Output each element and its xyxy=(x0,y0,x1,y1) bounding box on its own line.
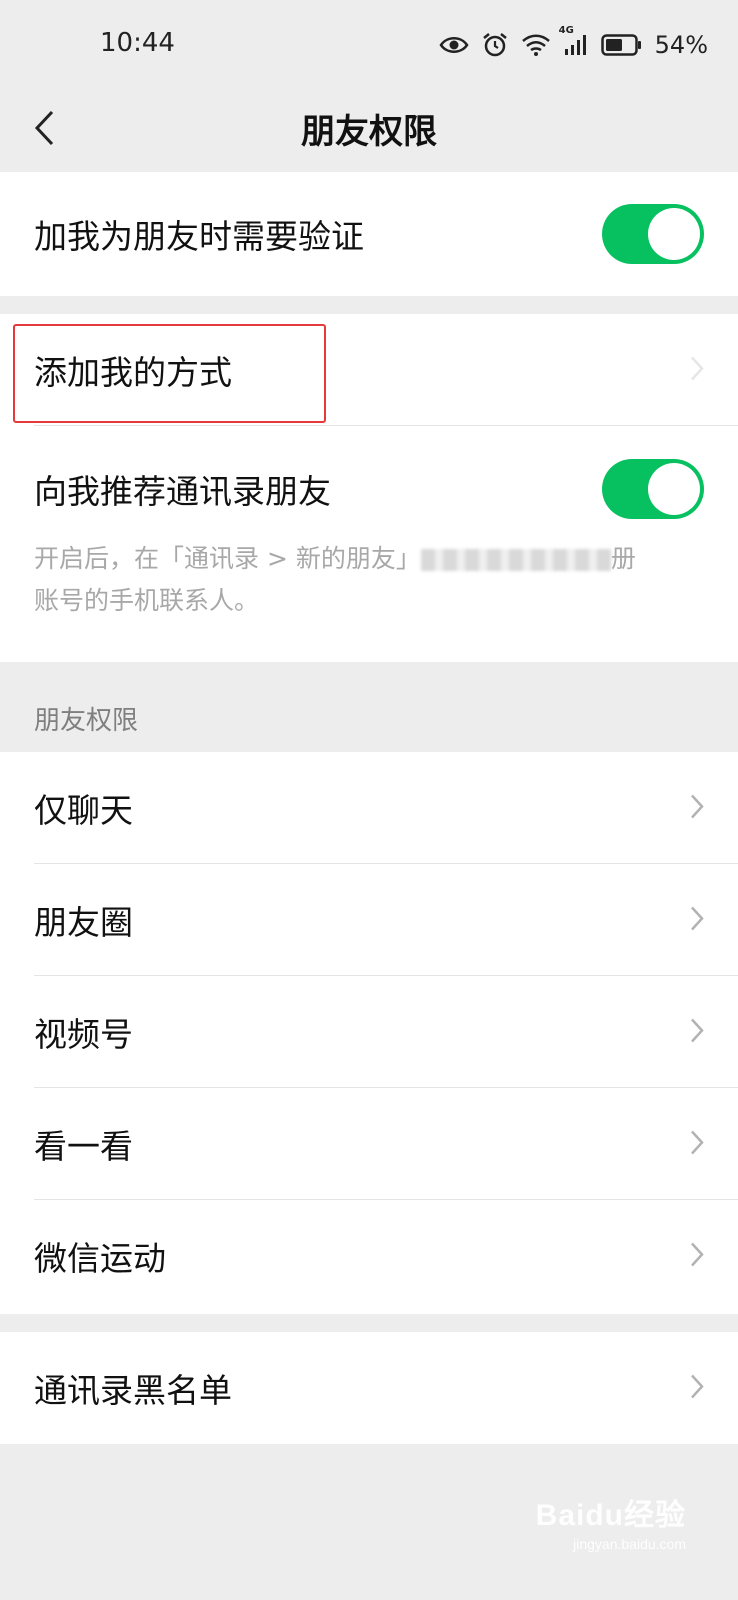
chevron-right-icon xyxy=(690,1013,704,1052)
blacklist-label: 通讯录黑名单 xyxy=(34,1371,232,1410)
permission-label: 看一看 xyxy=(34,1127,133,1166)
watermark-logo: Baidu经验 jingyan.baidu.com xyxy=(536,1490,686,1552)
permission-item-werun[interactable]: 微信运动 xyxy=(0,1200,738,1312)
recommend-label: 向我推荐通讯录朋友 xyxy=(34,472,331,511)
eye-icon xyxy=(439,34,469,56)
watermark-sub: jingyan.baidu.com xyxy=(573,1536,686,1552)
signal-icon: 4G xyxy=(559,25,589,57)
recommend-row: 向我推荐通讯录朋友 xyxy=(0,426,738,552)
desc-prefix: 开启后，在「通讯录 > 新的朋友」 xyxy=(34,544,421,573)
chevron-right-icon xyxy=(690,1237,704,1276)
status-time: 10:44 xyxy=(100,28,175,58)
add-methods-label: 添加我的方式 xyxy=(34,353,232,392)
toggle-knob xyxy=(648,463,700,515)
section-label: 朋友权限 xyxy=(34,706,139,736)
battery-percent: 54% xyxy=(654,31,708,59)
verify-label: 加我为朋友时需要验证 xyxy=(34,217,364,256)
chevron-right-icon xyxy=(690,901,704,940)
permission-item-top-stories[interactable]: 看一看 xyxy=(0,1088,738,1200)
verify-group: 加我为朋友时需要验证 xyxy=(0,172,738,296)
page-title: 朋友权限 xyxy=(301,112,437,152)
desc-line2: 账号的手机联系人。 xyxy=(34,586,260,615)
permission-item-moments[interactable]: 朋友圈 xyxy=(0,864,738,976)
desc-suffix: 册 xyxy=(610,544,636,573)
chevron-right-icon xyxy=(690,789,704,828)
toggle-knob xyxy=(648,208,700,260)
network-type: 4G xyxy=(558,25,574,36)
permission-label: 朋友圈 xyxy=(34,903,133,942)
blurred-text xyxy=(420,549,611,571)
verify-row: 加我为朋友时需要验证 xyxy=(0,172,738,296)
wifi-icon xyxy=(521,33,551,57)
battery-icon xyxy=(600,34,643,56)
status-bar: 10:44 4G 54% xyxy=(0,0,738,92)
chevron-right-icon xyxy=(690,1369,704,1408)
verify-toggle[interactable] xyxy=(602,204,704,264)
chevron-right-icon xyxy=(690,1125,704,1164)
add-methods-row[interactable]: 添加我的方式 xyxy=(0,314,738,426)
recommend-description: 开启后，在「通讯录 > 新的朋友」 册 账号的手机联系人。 xyxy=(34,538,694,622)
blacklist-row[interactable]: 通讯录黑名单 xyxy=(0,1332,738,1444)
permission-item-channels[interactable]: 视频号 xyxy=(0,976,738,1088)
permissions-group: 仅聊天 朋友圈 视频号 看一看 微信运动 xyxy=(0,752,738,1314)
recommend-toggle[interactable] xyxy=(602,459,704,519)
permission-label: 视频号 xyxy=(34,1015,133,1054)
watermark-main: Baidu经验 xyxy=(535,1499,686,1532)
permission-label: 微信运动 xyxy=(34,1239,166,1278)
alarm-icon xyxy=(481,31,509,59)
permission-item-chat-only[interactable]: 仅聊天 xyxy=(0,752,738,864)
status-icons: 4G 54% xyxy=(439,25,708,62)
chevron-right-icon xyxy=(690,351,704,390)
permission-label: 仅聊天 xyxy=(34,791,133,830)
blacklist-group: 通讯录黑名单 xyxy=(0,1332,738,1444)
nav-bar: 朋友权限 xyxy=(0,92,738,170)
